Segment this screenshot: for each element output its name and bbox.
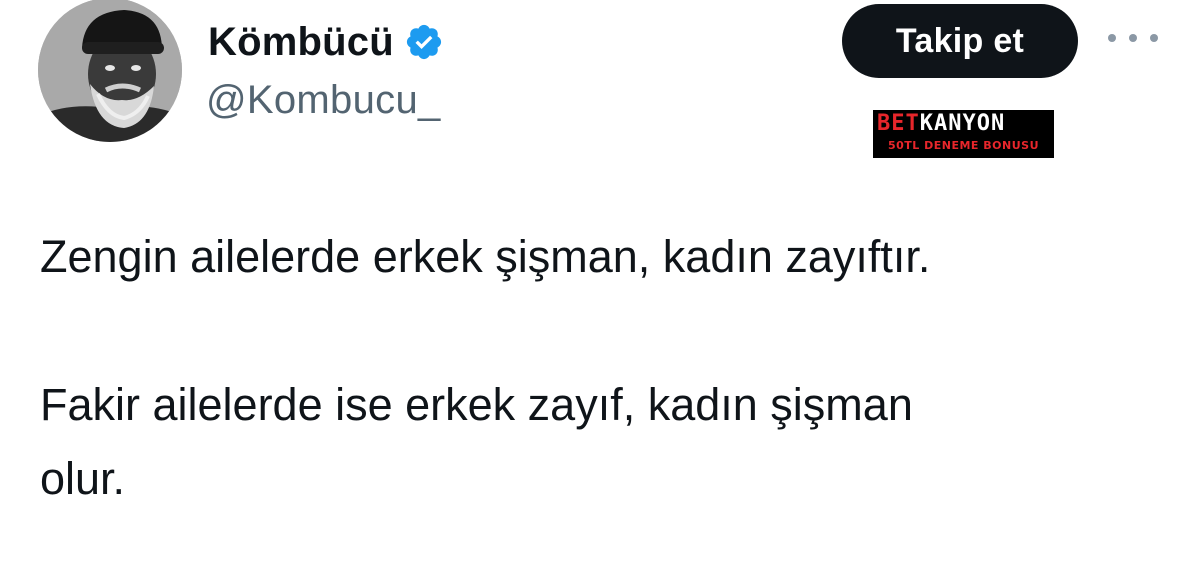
tweet-text-paragraph-1: Zengin ailelerde erkek şişman, kadın zay… <box>40 231 931 282</box>
follow-button[interactable]: Takip et <box>842 4 1078 78</box>
user-handle[interactable]: @Kombucu_ <box>206 78 441 123</box>
tweet-text-paragraph-2-line-2: olur. <box>40 453 126 504</box>
ad-brand-part2: KANYON <box>919 111 1006 136</box>
more-dot <box>1129 34 1137 42</box>
more-dot <box>1150 34 1158 42</box>
avatar[interactable] <box>38 0 182 142</box>
ad-brand-text: BETKANYON <box>877 111 1005 137</box>
more-horizontal-icon[interactable] <box>1108 26 1158 50</box>
verified-badge-icon <box>404 22 444 62</box>
ad-tagline: 50TL DENEME BONUSU <box>887 139 1040 152</box>
display-name[interactable]: Kömbücü <box>208 20 394 65</box>
avatar-photo <box>38 0 182 142</box>
ad-watermark-logo: BETKANYON 50TL DENEME BONUSU <box>873 110 1054 158</box>
more-dot <box>1108 34 1116 42</box>
display-name-row[interactable]: Kömbücü <box>208 14 444 70</box>
ad-brand-part1: BET <box>877 111 920 136</box>
tweet-card: Kömbücü @Kombucu_ Takip et BETKANYON 50T… <box>0 0 1200 568</box>
tweet-text-paragraph-2-line-1: Fakir ailelerde ise erkek zayıf, kadın ş… <box>40 379 913 430</box>
